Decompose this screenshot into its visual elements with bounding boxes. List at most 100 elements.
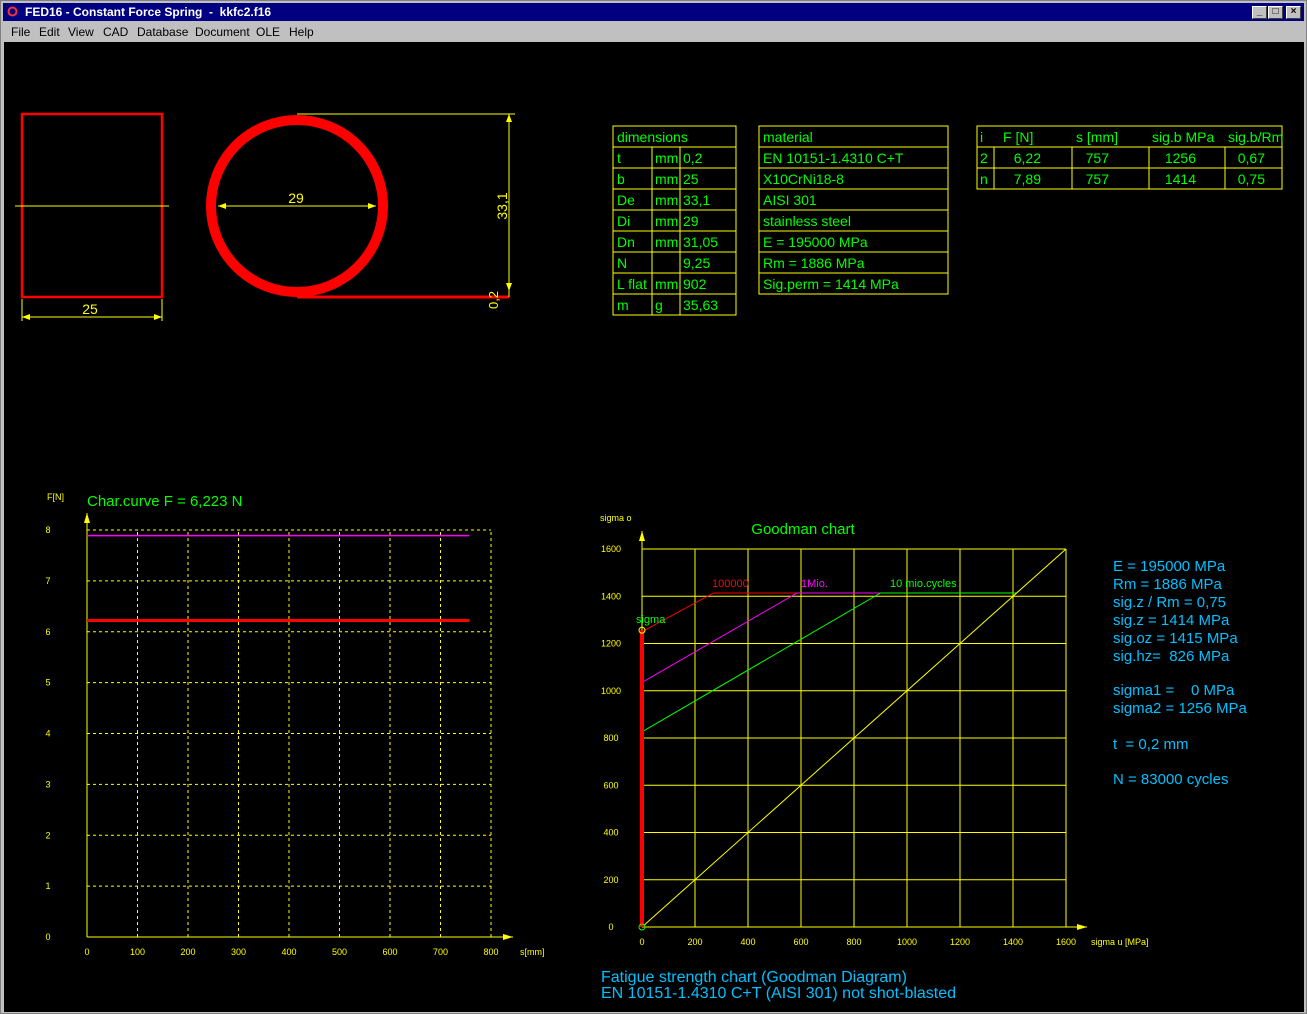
dim-unit: mm bbox=[655, 192, 678, 208]
y-tick-label: 7 bbox=[45, 576, 50, 586]
menu-document[interactable]: Document bbox=[195, 22, 250, 42]
info-line: sigma2 = 1256 MPa bbox=[1113, 700, 1247, 717]
material-row: EN 10151-1.4310 C+T bbox=[763, 150, 904, 166]
y-tick-label: 0 bbox=[608, 922, 613, 932]
drawing-canvas[interactable]: 25 29 33,1 0,2 dimensions t mm 0,2 b mm … bbox=[4, 42, 1304, 1012]
dim-unit: g bbox=[655, 297, 663, 313]
force-header: i bbox=[980, 129, 983, 145]
y-tick-label: 400 bbox=[603, 828, 618, 838]
close-button[interactable]: × bbox=[1286, 6, 1301, 19]
material-row: X10CrNi18-8 bbox=[763, 171, 844, 187]
minimize-button[interactable]: _ bbox=[1252, 6, 1267, 19]
char-curve-xlabel: s[mm] bbox=[520, 947, 545, 957]
material-row: Rm = 1886 MPa bbox=[763, 255, 865, 271]
y-tick-label: 1000 bbox=[601, 686, 621, 696]
maximize-button[interactable]: □ bbox=[1268, 6, 1283, 19]
dim-unit: mm bbox=[655, 276, 678, 292]
label-10mio: 10 mio.cycles bbox=[890, 578, 957, 590]
info-line: Rm = 1886 MPa bbox=[1113, 576, 1222, 593]
force-header: s [mm] bbox=[1076, 129, 1118, 145]
menu-ole[interactable]: OLE bbox=[256, 22, 280, 42]
info-line: sig.z = 1414 MPa bbox=[1113, 612, 1230, 629]
dim-unit: mm bbox=[655, 234, 678, 250]
arrow-icon bbox=[639, 531, 645, 541]
spring-coil-view: 29 33,1 0,2 bbox=[206, 113, 515, 309]
y-tick-label: 1200 bbox=[601, 639, 621, 649]
dim-unit: mm bbox=[655, 150, 678, 166]
force-cell: 6,22 bbox=[1014, 150, 1041, 166]
char-curve-title: Char.curve F = 6,223 N bbox=[87, 493, 243, 510]
goodman-ylabel: sigma o bbox=[600, 513, 632, 523]
y-tick-label: 1400 bbox=[601, 591, 621, 601]
info-line: E = 195000 MPa bbox=[1113, 558, 1226, 575]
width-label: 25 bbox=[82, 301, 98, 317]
application-window: FED16 - Constant Force Spring - kkfc2.f1… bbox=[0, 0, 1307, 1014]
arrow-icon bbox=[503, 934, 513, 940]
info-line: t = 0,2 mm bbox=[1113, 736, 1188, 753]
material-row: Sig.perm = 1414 MPa bbox=[763, 276, 899, 292]
material-header: material bbox=[763, 129, 813, 145]
y-tick-label: 1 bbox=[45, 881, 50, 891]
x-tick-label: 800 bbox=[846, 937, 861, 947]
goodman-title: Goodman chart bbox=[751, 521, 855, 538]
x-tick-label: 100 bbox=[130, 947, 145, 957]
dim-name: m bbox=[617, 297, 629, 313]
x-tick-label: 200 bbox=[687, 937, 702, 947]
x-tick-label: 0 bbox=[639, 937, 644, 947]
menu-cad[interactable]: CAD bbox=[103, 22, 128, 42]
dim-value: 25 bbox=[683, 171, 699, 187]
y-tick-label: 2 bbox=[45, 830, 50, 840]
dim-value: 902 bbox=[683, 276, 707, 292]
arrow-icon bbox=[506, 114, 512, 122]
force-cell: n bbox=[980, 171, 988, 187]
dim-name: De bbox=[617, 192, 635, 208]
dim-name: b bbox=[617, 171, 625, 187]
goodman-lines bbox=[638, 548, 1067, 931]
info-line: sig.hz= 826 MPa bbox=[1113, 648, 1230, 665]
x-tick-label: 400 bbox=[281, 947, 296, 957]
info-line: N = 83000 cycles bbox=[1113, 771, 1228, 788]
dim-value: 31,05 bbox=[683, 234, 718, 250]
menu-edit[interactable]: Edit bbox=[39, 22, 60, 42]
arrow-icon bbox=[22, 314, 30, 320]
dim-unit: mm bbox=[655, 171, 678, 187]
series-line bbox=[641, 592, 1017, 633]
x-tick-label: 700 bbox=[433, 947, 448, 957]
drawing-svg: 25 29 33,1 0,2 dimensions t mm 0,2 b mm … bbox=[15, 112, 1283, 1002]
menu-view[interactable]: View bbox=[68, 22, 94, 42]
char-lines bbox=[87, 534, 470, 623]
x-tick-label: 1600 bbox=[1056, 937, 1076, 947]
force-cell: 1256 bbox=[1165, 150, 1196, 166]
y-tick-label: 8 bbox=[45, 525, 50, 535]
x-tick-label: 400 bbox=[740, 937, 755, 947]
x-tick-label: 300 bbox=[231, 947, 246, 957]
arrow-icon bbox=[218, 203, 226, 209]
goodman-xlabel: sigma u [MPa] bbox=[1091, 937, 1149, 947]
dim-name: Dn bbox=[617, 234, 635, 250]
goodman-caption-2: EN 10151-1.4310 C+T (AISI 301) not shot-… bbox=[601, 985, 956, 1002]
title-bar[interactable]: FED16 - Constant Force Spring - kkfc2.f1… bbox=[3, 3, 1304, 21]
arrow-icon bbox=[368, 203, 376, 209]
menu-help[interactable]: Help bbox=[289, 22, 314, 42]
x-tick-label: 1200 bbox=[950, 937, 970, 947]
char-curve-ylabel: F[N] bbox=[47, 492, 64, 502]
menu-bar: File Edit View CAD Database Document OLE… bbox=[3, 22, 1304, 42]
force-table: i F [N] s [mm] sig.b MPa sig.b/Rm 2 6,22… bbox=[976, 125, 1283, 190]
x-tick-label: 0 bbox=[84, 947, 89, 957]
x-tick-label: 600 bbox=[382, 947, 397, 957]
y-tick-label: 1600 bbox=[601, 544, 621, 554]
y-tick-label: 800 bbox=[603, 733, 618, 743]
arrow-icon bbox=[506, 283, 512, 291]
y-tick-label: 3 bbox=[45, 779, 50, 789]
dim-name: t bbox=[617, 150, 621, 166]
info-line: sigma1 = 0 MPa bbox=[1113, 682, 1235, 699]
menu-file[interactable]: File bbox=[11, 22, 30, 42]
outer-diameter-label: 33,1 bbox=[494, 192, 510, 219]
y-tick-label: 4 bbox=[45, 729, 50, 739]
menu-database[interactable]: Database bbox=[137, 22, 188, 42]
spring-side-view: 25 bbox=[15, 112, 169, 321]
force-header: sig.b/Rm bbox=[1228, 129, 1283, 145]
force-cell: 1414 bbox=[1165, 171, 1196, 187]
y-tick-label: 6 bbox=[45, 627, 50, 637]
thickness-label: 0,2 bbox=[486, 291, 501, 309]
